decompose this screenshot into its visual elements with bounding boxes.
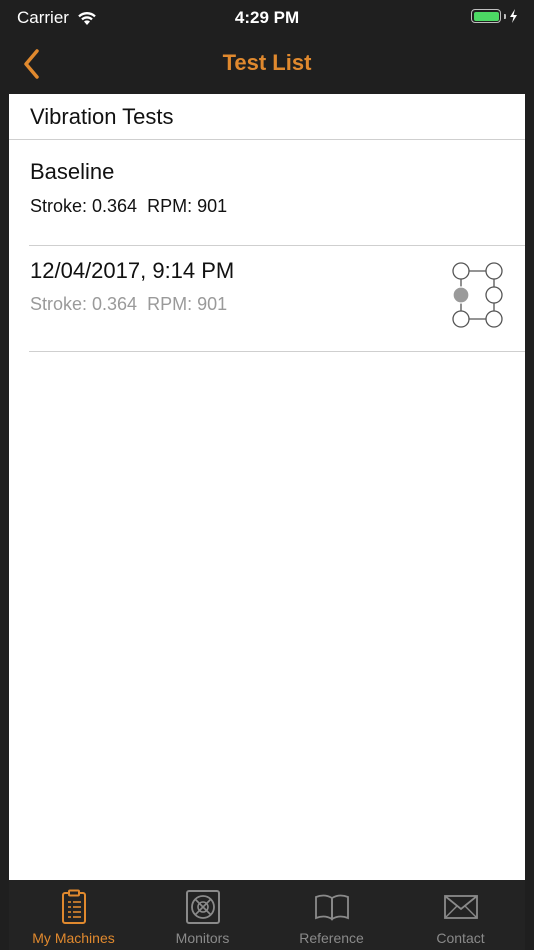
tab-label: My Machines [32,930,115,946]
tab-reference[interactable]: Reference [267,880,396,950]
test-row-dated[interactable]: 12/04/2017, 9:14 PM Stroke: 0.364 RPM: 9… [29,246,525,352]
tab-label: Contact [436,930,485,946]
battery-icon [471,9,501,23]
stroke-value: Stroke: 0.364 [30,196,138,216]
page-title: Test List [222,50,312,75]
app-screen: Carrier 4:29 PM Test List Vibration Test… [0,0,534,950]
monitor-icon [184,888,222,926]
charging-bolt-icon [510,9,517,23]
clipboard-icon [55,888,93,926]
test-details: Stroke: 0.364 RPM: 901 [30,294,227,315]
stroke-value: Stroke: 0.364 [30,294,138,314]
tab-contact[interactable]: Contact [396,880,525,950]
tab-my-machines[interactable]: My Machines [9,880,138,950]
envelope-icon [442,888,480,926]
navigation-bar: Test List [0,36,534,94]
test-name: 12/04/2017, 9:14 PM [30,258,235,283]
status-bar: Carrier 4:29 PM [0,0,534,36]
tab-monitors[interactable]: Monitors [138,880,267,950]
tab-label: Reference [299,930,364,946]
status-time: 4:29 PM [234,8,300,27]
battery-level [473,11,499,21]
rpm-value: RPM: 901 [147,294,228,314]
test-name: Baseline [30,159,115,184]
tab-bar: My Machines Monitors Reference Contact [9,880,525,950]
battery-indicator [471,9,518,23]
book-icon [313,888,351,926]
rpm-value: RPM: 901 [147,196,228,216]
battery-nub [504,13,506,19]
test-list: Vibration Tests Baseline Stroke: 0.364 R… [9,94,525,880]
section-header: Vibration Tests [9,94,525,140]
test-details: Stroke: 0.364 RPM: 901 [30,196,227,217]
tab-label: Monitors [175,930,230,946]
test-row-baseline[interactable]: Baseline Stroke: 0.364 RPM: 901 [29,140,525,246]
measurement-position-icon [452,262,503,328]
